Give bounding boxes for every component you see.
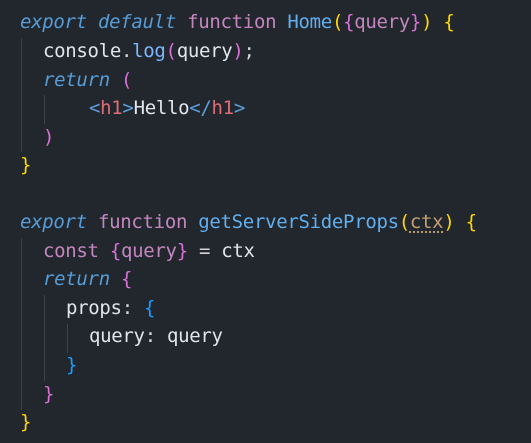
code-editor[interactable]: export default function Home({query}) { … [0,0,531,443]
code-line-3[interactable]: return ( [43,66,132,95]
variable-name: query [120,240,177,262]
dot: . [120,40,133,62]
keyword-export: export [20,211,87,233]
jsx-text: Hello [133,97,190,119]
method-log: log [132,40,166,62]
code-line-6[interactable]: } [20,151,31,180]
keyword-return: return [43,69,110,91]
block-open-brace: { [443,11,455,33]
paren-open: ( [165,40,177,62]
code-line-4[interactable]: <h1>Hello</h1> [89,94,245,123]
semicolon: ; [243,40,255,62]
paren-open: ( [120,69,133,91]
indent-guide [67,324,68,353]
function-name: getServerSideProps [198,211,399,233]
indent-guide [21,38,22,152]
param-name: ctx [409,211,444,233]
brace-close: } [176,240,188,262]
tag-name: h1 [211,97,235,119]
object-value: query [166,325,223,347]
paren-close: ) [443,211,455,233]
code-line-5[interactable]: ) [43,123,54,152]
keyword-function: function [97,211,188,233]
code-line-15[interactable]: } [20,408,31,437]
paren-close: ) [43,126,55,148]
function-name: Home [287,11,332,33]
code-line-14[interactable]: } [43,380,54,409]
indent-guide [44,95,45,124]
block-close-brace: } [20,154,32,176]
brace-open: { [109,240,121,262]
keyword-return: return [43,268,110,290]
brace-close: } [43,383,55,405]
indent-guide [21,238,22,410]
tag-name: h1 [100,97,123,119]
brace-close: } [409,11,422,33]
keyword-default: default [97,11,176,33]
code-line-12[interactable]: query: query [89,322,223,351]
code-line-8[interactable]: export function getServerSideProps(ctx) … [20,208,477,237]
object-key: query [89,325,145,347]
tag-bracket: </ [189,97,212,119]
equals-sign: = [198,240,211,262]
object-key: props [66,297,122,319]
keyword-function: function [187,11,277,33]
block-open-brace: { [465,211,477,233]
indent-guide [44,295,45,381]
code-line-2[interactable]: console.log(query); [43,37,255,66]
tag-bracket: > [122,97,134,119]
code-line-1[interactable]: export default function Home({query}) { [20,8,455,37]
block-close-brace: } [20,411,32,433]
paren-open: ( [398,211,410,233]
paren-close: ) [232,40,244,62]
tag-bracket: < [89,97,101,119]
brace-open: { [120,268,133,290]
code-line-13[interactable]: } [66,351,77,380]
code-line-9[interactable]: const {query} = ctx [43,237,255,266]
argument: query [176,40,233,62]
code-line-11[interactable]: props: { [66,294,155,323]
colon: : [121,297,133,319]
keyword-const: const [43,240,99,262]
paren-open: ( [331,11,344,33]
paren-close: ) [421,11,433,33]
param-name: query [354,11,410,33]
brace-open: { [143,297,156,319]
brace-close: } [66,354,78,376]
brace-open: { [343,11,355,33]
keyword-export: export [20,11,87,33]
code-line-10[interactable]: return { [43,265,132,294]
colon: : [144,325,156,347]
tag-bracket: > [233,97,245,119]
identifier-ctx: ctx [221,240,255,262]
identifier-console: console [43,40,121,62]
